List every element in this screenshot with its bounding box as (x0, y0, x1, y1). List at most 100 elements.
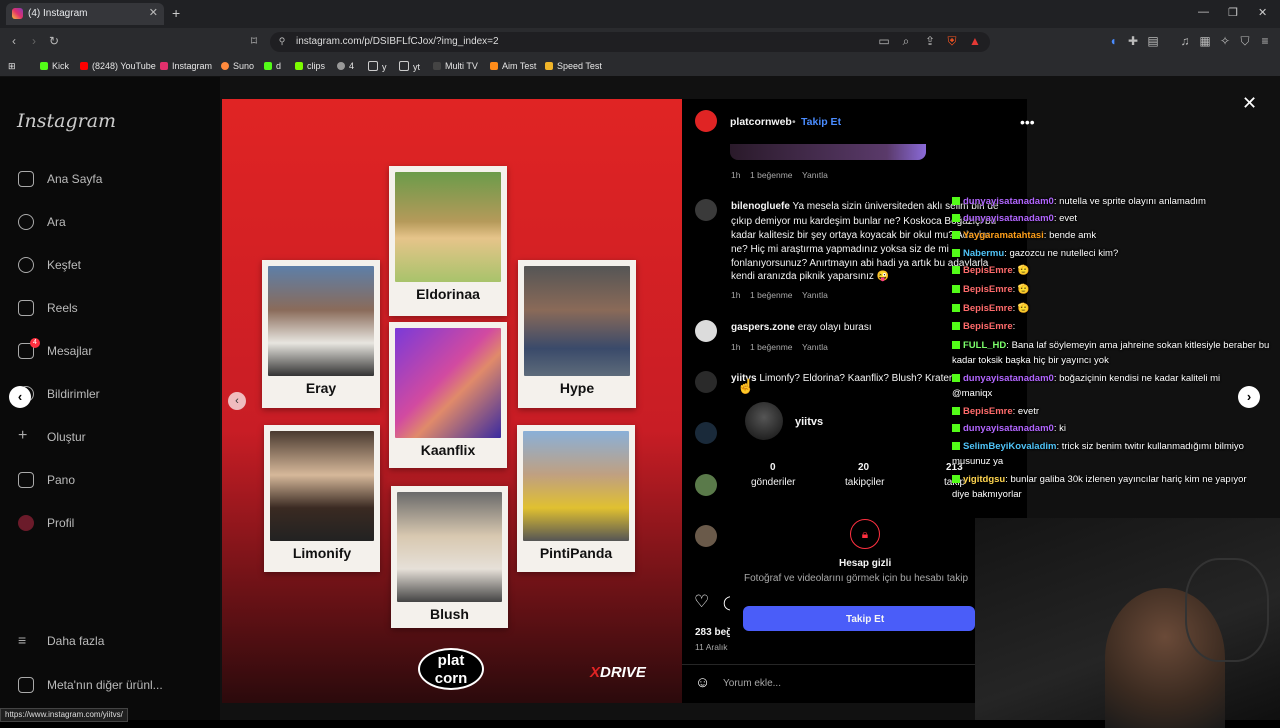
emoji-icon[interactable]: ☺ (695, 674, 710, 691)
follow-link[interactable]: Takip Et (801, 116, 841, 128)
chat-username[interactable]: dunyayisatanadam0 (963, 213, 1054, 224)
minimize-icon[interactable]: — (1198, 6, 1209, 18)
more-options-icon[interactable]: ••• (1020, 114, 1035, 130)
chat-badge-icon (952, 266, 960, 274)
vpn-icon[interactable]: ⛉ (1239, 35, 1251, 47)
private-text: Fotoğraf ve videolarını görmek için bu h… (744, 573, 969, 584)
site-info-icon[interactable]: ⚲ (276, 35, 288, 47)
commenter-avatar[interactable] (695, 371, 717, 393)
prev-post-icon[interactable]: ‹ (9, 386, 31, 408)
zoom-icon[interactable]: ⌕ (900, 35, 912, 47)
back-icon[interactable]: ‹ (8, 35, 20, 47)
chat-text: ki (1059, 423, 1066, 434)
comment-likes[interactable]: 1 beğenme (750, 342, 793, 352)
chat-username[interactable]: dunyayisatanadam0 (963, 423, 1054, 434)
chat-message: yigitdgsu: bunlar galiba 30k izlenen yay… (952, 474, 1247, 485)
tab-close-icon[interactable]: ✕ (149, 6, 158, 19)
followers-label[interactable]: takipçiler (845, 477, 884, 488)
brave-rewards-icon[interactable]: ▲ (969, 35, 981, 47)
chat-username[interactable]: FULL_HD (963, 340, 1006, 351)
chat-message: musunuz ya (952, 456, 1003, 467)
bookmark-d[interactable]: d (264, 61, 281, 71)
chat-badge-icon (952, 407, 960, 415)
chat-username[interactable]: Yaygaramatahtasi (963, 230, 1044, 241)
chat-username[interactable]: BepisEmre (963, 406, 1013, 417)
likes-count[interactable]: 283 beğ (695, 627, 732, 638)
comment-likes[interactable]: 1 beğenme (750, 170, 793, 180)
bookmark-suno[interactable]: Suno (221, 61, 254, 71)
comment-time: 1h (731, 290, 741, 300)
bookmark-4[interactable]: 4 (337, 61, 354, 71)
author-username[interactable]: platcornweb (730, 116, 792, 128)
apps-icon[interactable]: ⊞ (8, 61, 16, 72)
bookmark-speedtest[interactable]: Speed Test (545, 61, 602, 71)
bookmark-icon[interactable]: ⌑ (248, 35, 260, 47)
instagram-logo[interactable]: Instagram (17, 110, 116, 132)
search-icon (18, 214, 34, 230)
chat-message: @maniqx (952, 388, 992, 399)
chat-username[interactable]: BepisEmre (963, 303, 1013, 314)
chat-username[interactable]: BepisEmre (963, 284, 1013, 295)
dashboard-icon (18, 472, 34, 488)
chat-message: kadar toksik başka hiç bir yayıncı yok (952, 355, 1109, 366)
bookmark-clips[interactable]: clips (295, 61, 325, 71)
share-icon[interactable]: ⇪ (924, 35, 936, 47)
chat-username[interactable]: yigitdgsu (963, 474, 1005, 485)
reply-link[interactable]: Yanıtla (802, 170, 828, 180)
chat-username[interactable]: SelimBeyiKovaladim (963, 441, 1056, 452)
commenter-avatar[interactable] (695, 320, 717, 342)
reader-icon[interactable]: ▦ (1199, 35, 1211, 47)
bookmark-folder-y[interactable]: y (368, 61, 387, 72)
compass-icon (18, 257, 34, 273)
card-eldorinaa: Eldorinaa (389, 166, 507, 316)
browser-tab[interactable]: (4) Instagram ✕ (6, 3, 164, 25)
chat-text: gazozcu ne nutelleci kim? (1009, 248, 1119, 259)
sidebar-toggle-icon[interactable]: ▤ (1147, 35, 1159, 47)
chat-username[interactable]: BepisEmre (963, 265, 1013, 276)
chat-username[interactable]: dunyayisatanadam0 (963, 196, 1054, 207)
chat-badge-icon (952, 304, 960, 312)
new-tab-button[interactable]: + (172, 5, 180, 21)
comment-likes[interactable]: 1 beğenme (750, 290, 793, 300)
popup-avatar[interactable] (745, 402, 783, 440)
close-modal-icon[interactable]: ✕ (1242, 93, 1257, 114)
next-post-icon[interactable]: › (1238, 386, 1260, 408)
person-photo (395, 172, 501, 282)
chat-message: dunyayisatanadam0: evet (952, 213, 1077, 224)
commenter-avatar[interactable] (695, 474, 717, 496)
audio-icon[interactable]: ◖ (1107, 35, 1119, 47)
bookmark-aimtest[interactable]: Aim Test (490, 61, 536, 71)
followers-count[interactable]: 20 (858, 462, 869, 473)
ai-icon[interactable]: ✧ (1219, 35, 1231, 47)
chat-username[interactable]: dunyayisatanadam0 (963, 373, 1054, 384)
screen-icon[interactable]: ▭ (878, 35, 890, 47)
author-avatar[interactable] (695, 110, 717, 132)
carousel-prev-icon[interactable]: ‹ (228, 392, 246, 410)
extensions-icon[interactable]: ✚ (1127, 35, 1139, 47)
popup-username[interactable]: yiitvs (795, 416, 823, 428)
reload-icon[interactable]: ↻ (48, 35, 60, 47)
maximize-icon[interactable]: ❐ (1228, 6, 1238, 19)
music-icon[interactable]: ♫ (1179, 35, 1191, 47)
forward-icon[interactable]: › (28, 35, 40, 47)
webcam-feed (975, 518, 1280, 728)
chat-badge-icon (952, 374, 960, 382)
bookmark-multitv[interactable]: Multi TV (433, 61, 478, 71)
like-heart-icon[interactable]: ♡ (694, 592, 709, 612)
commenter-avatar[interactable] (695, 199, 717, 221)
commenter-avatar[interactable] (695, 422, 717, 444)
bookmark-youtube[interactable]: (8248) YouTube (80, 61, 156, 71)
brave-shield-icon[interactable]: ⛨ (946, 35, 958, 47)
commenter-avatar[interactable] (695, 525, 717, 547)
chat-username[interactable]: Nabermu (963, 248, 1004, 259)
menu-icon[interactable]: ≡ (1259, 35, 1271, 47)
reply-link[interactable]: Yanıtla (802, 342, 828, 352)
chat-username[interactable]: BepisEmre (963, 321, 1013, 332)
comment-input[interactable]: Yorum ekle... (723, 678, 781, 689)
chat-message: BepisEmre: 🫡 (952, 265, 1030, 276)
window-close-icon[interactable]: ✕ (1258, 6, 1267, 19)
bookmark-folder-yt[interactable]: yt (399, 61, 420, 72)
reply-link[interactable]: Yanıtla (802, 290, 828, 300)
bookmark-kick[interactable]: Kick (40, 61, 69, 71)
bookmark-instagram[interactable]: Instagram (160, 61, 212, 71)
